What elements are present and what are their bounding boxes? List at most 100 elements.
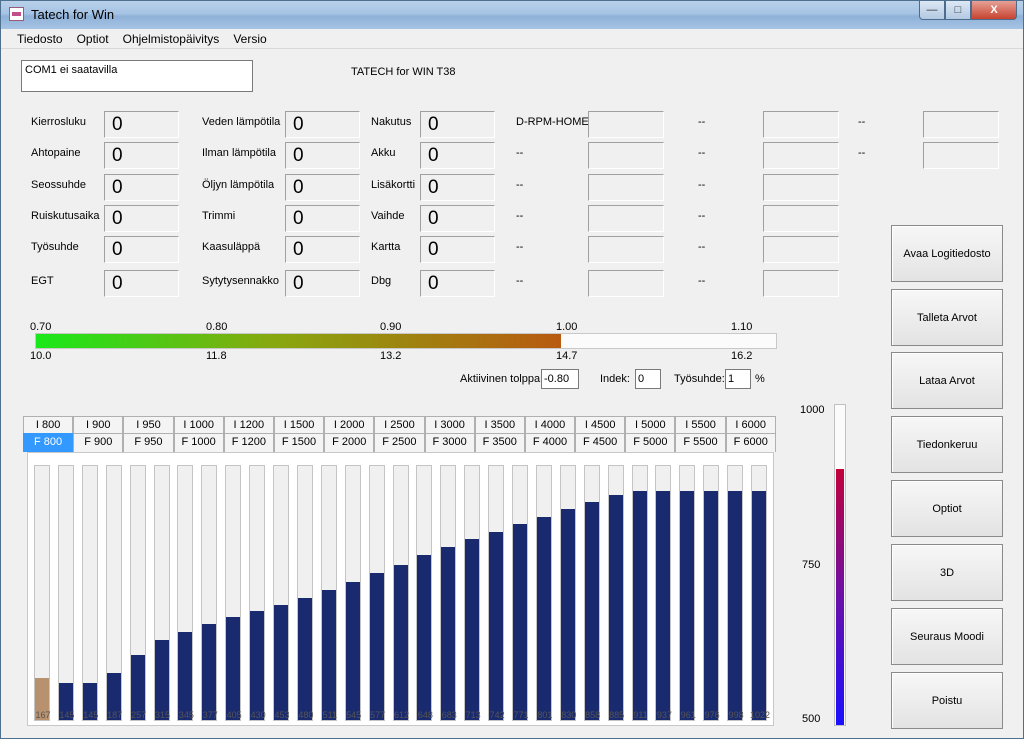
gauge-value: 0: [104, 174, 179, 201]
bar-column[interactable]: 511: [320, 465, 337, 721]
bar-column[interactable]: 577: [368, 465, 385, 721]
vertical-scale: [834, 404, 846, 726]
bar-column[interactable]: 315: [153, 465, 170, 721]
close-button[interactable]: X: [971, 1, 1017, 20]
bar-column[interactable]: 961: [679, 465, 696, 721]
bar-column[interactable]: 453: [273, 465, 290, 721]
bar-column[interactable]: 257: [129, 465, 146, 721]
bar-column[interactable]: 885: [607, 465, 624, 721]
optiot-button[interactable]: Optiot: [891, 480, 1003, 537]
bar-column[interactable]: 545: [344, 465, 361, 721]
bar-column[interactable]: 976: [703, 465, 720, 721]
tab-f-900[interactable]: F 900: [73, 433, 124, 452]
bar-column[interactable]: 430: [249, 465, 266, 721]
bar-column[interactable]: 771: [512, 465, 529, 721]
tab-f-3000[interactable]: F 3000: [424, 433, 475, 452]
duty-field[interactable]: 1: [725, 369, 751, 389]
bar: [608, 495, 623, 720]
bar: [226, 617, 241, 720]
tab-f-2500[interactable]: F 2500: [374, 433, 425, 452]
gauge-value: 0: [285, 270, 360, 297]
bar: [274, 604, 288, 720]
bar-column[interactable]: 830: [559, 465, 576, 721]
tab-f-5500[interactable]: F 5500: [675, 433, 726, 452]
tab-f-1000[interactable]: F 1000: [173, 433, 224, 452]
bar: [752, 491, 766, 720]
app-window: Tatech for Win — □ X Tiedosto Optiot Ohj…: [0, 0, 1024, 739]
tab-f-3500[interactable]: F 3500: [474, 433, 525, 452]
tab-f-1200[interactable]: F 1200: [223, 433, 274, 452]
bar-column[interactable]: 801: [535, 465, 552, 721]
bar-column[interactable]: 911: [631, 465, 648, 721]
gauge-label: EGT: [31, 275, 54, 287]
aux-value-box: [763, 205, 839, 232]
vscale-label-bottom: 500: [802, 713, 821, 725]
bar-column[interactable]: 377: [201, 465, 218, 721]
bar-column[interactable]: 648: [416, 465, 433, 721]
tab-row-f: F 800 F 900 F 950 F 1000 F 1200 F 1500 F 2000 F…: [23, 433, 776, 452]
tab-f-950[interactable]: F 950: [123, 433, 174, 452]
aux-label: --: [698, 241, 706, 253]
bar-value-label: 345: [178, 710, 194, 720]
bar-column[interactable]: 937: [655, 465, 672, 721]
gauge-label: Sytytysennakko: [202, 275, 280, 287]
talleta-arvot-button[interactable]: Talleta Arvot: [891, 289, 1003, 346]
aux-value-box: [763, 236, 839, 263]
poistu-button[interactable]: Poistu: [891, 672, 1003, 729]
bar-value-label: 648: [417, 710, 433, 720]
menu-versio[interactable]: Versio: [226, 29, 273, 48]
bar-column[interactable]: 713: [464, 465, 481, 721]
gauge-value: 0: [104, 142, 179, 169]
menu-tiedosto[interactable]: Tiedosto: [10, 29, 70, 48]
bar-column[interactable]: 167: [34, 465, 51, 721]
scale-tick: 1.10: [731, 321, 753, 333]
bar-column[interactable]: 187: [105, 465, 122, 721]
bar-value-label: 998: [728, 710, 744, 720]
bar: [513, 524, 527, 720]
scale-tick: 0.80: [206, 321, 228, 333]
bar-column[interactable]: 145: [81, 465, 98, 721]
bar-column[interactable]: 345: [177, 465, 194, 721]
bar-column[interactable]: 998: [727, 465, 744, 721]
maximize-button[interactable]: □: [945, 1, 971, 20]
tab-f-4000[interactable]: F 4000: [524, 433, 576, 452]
bar: [465, 538, 480, 720]
3d-button[interactable]: 3D: [891, 544, 1003, 601]
duty-unit: %: [755, 373, 765, 385]
bar-column[interactable]: 858: [583, 465, 600, 721]
menu-ohjelmistopaivitys[interactable]: Ohjelmistopäivitys: [116, 29, 227, 48]
tiedonkeruu-button[interactable]: Tiedonkeruu: [891, 416, 1003, 473]
tab-f-4500[interactable]: F 4500: [575, 433, 626, 452]
title-bar[interactable]: Tatech for Win — □ X: [1, 1, 1023, 29]
bar-column[interactable]: 405: [225, 465, 242, 721]
bar-value-label: 511: [322, 710, 337, 720]
menu-optiot[interactable]: Optiot: [70, 29, 116, 48]
tab-f-2000[interactable]: F 2000: [324, 433, 375, 452]
minimize-button[interactable]: —: [919, 1, 945, 20]
bar-column[interactable]: 612: [392, 465, 409, 721]
seuraus-moodi-button[interactable]: Seuraus Moodi: [891, 608, 1003, 665]
tab-f-6000[interactable]: F 6000: [725, 433, 776, 452]
bar-column[interactable]: 742: [488, 465, 505, 721]
aux-label: --: [858, 147, 866, 159]
gauge-value: 0: [420, 270, 495, 297]
bar: [536, 516, 551, 720]
bar-column[interactable]: 1022: [750, 465, 770, 721]
menu-bar: Tiedosto Optiot Ohjelmistopäivitys Versi…: [1, 29, 1023, 49]
lataa-arvot-button[interactable]: Lataa Arvot: [891, 352, 1003, 409]
bar-column[interactable]: 145: [57, 465, 74, 721]
app-version-label: TATECH for WIN T38: [351, 66, 456, 78]
bar-column[interactable]: 683: [440, 465, 457, 721]
gauge-label: Veden lämpötila: [202, 116, 281, 128]
tab-f-800[interactable]: F 800: [23, 433, 74, 452]
gauge-label: Akku: [371, 147, 396, 159]
aux-label: D-RPM-HOME: [516, 116, 589, 128]
gauge-value: 0: [104, 236, 179, 263]
tab-f-5000[interactable]: F 5000: [625, 433, 676, 452]
avaa-logitiedosto-button[interactable]: Avaa Logitiedosto: [891, 225, 1003, 282]
active-column-field[interactable]: -0.80: [541, 369, 579, 389]
tab-f-1500[interactable]: F 1500: [273, 433, 325, 452]
app-icon[interactable]: [9, 7, 24, 21]
index-field[interactable]: 0: [635, 369, 661, 389]
bar-column[interactable]: 480: [296, 465, 313, 721]
